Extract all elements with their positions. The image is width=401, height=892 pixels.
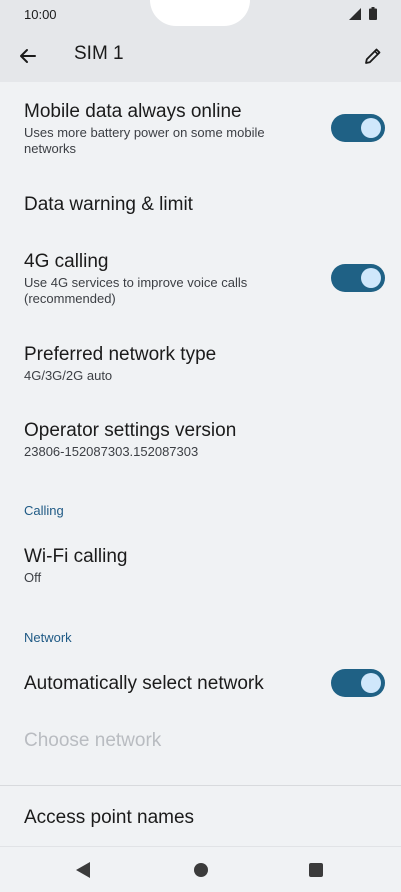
battery-icon — [369, 7, 377, 20]
toggle-thumb — [361, 268, 381, 288]
status-time: 10:00 — [24, 7, 57, 22]
preferred-network-title: Preferred network type — [24, 344, 217, 365]
status-bar: 10:00 — [0, 0, 401, 30]
circle-home-icon[interactable] — [194, 863, 208, 877]
page-title: SIM 1 — [74, 43, 124, 64]
mobile-data-toggle[interactable] — [331, 114, 385, 142]
section-header-network: Network — [24, 630, 72, 645]
4g-calling-title: 4G calling — [24, 251, 109, 272]
divider — [0, 785, 401, 786]
4g-calling-summary: Use 4G services to improve voice calls (… — [24, 275, 248, 306]
pencil-icon — [365, 48, 381, 64]
back-button[interactable] — [14, 42, 42, 70]
edit-button[interactable] — [359, 42, 387, 70]
settings-screen: 10:00 SIM 1 Mobile data always online Us… — [0, 0, 401, 892]
navigation-bar — [0, 846, 401, 892]
mobile-data-summary: Uses more battery power on some mobile n… — [24, 125, 265, 156]
wifi-calling-item[interactable]: Wi-Fi calling Off — [24, 545, 385, 586]
data-warning-title: Data warning & limit — [24, 194, 193, 215]
4g-calling-toggle[interactable] — [331, 264, 385, 292]
auto-select-network-toggle[interactable] — [331, 669, 385, 697]
operator-settings-title: Operator settings version — [24, 420, 237, 441]
arrow-left-icon — [20, 49, 36, 63]
square-recents-icon[interactable] — [309, 863, 323, 877]
wifi-calling-summary: Off — [24, 570, 42, 585]
toggle-thumb — [361, 118, 381, 138]
signal-icon — [349, 8, 361, 20]
app-bar: SIM 1 — [0, 30, 401, 82]
wifi-calling-title: Wi-Fi calling — [24, 546, 128, 567]
operator-settings-version-item[interactable]: Operator settings version 23806-15208730… — [24, 419, 385, 460]
access-point-names-title: Access point names — [24, 807, 195, 828]
choose-network-title: Choose network — [24, 730, 162, 751]
triangle-back-icon[interactable] — [75, 861, 91, 879]
preferred-network-summary: 4G/3G/2G auto — [24, 368, 113, 383]
toggle-thumb — [361, 673, 381, 693]
mobile-data-title: Mobile data always online — [24, 101, 242, 122]
operator-settings-summary: 23806-152087303.152087303 — [24, 444, 199, 459]
choose-network-item: Choose network — [24, 729, 385, 752]
section-header-calling: Calling — [24, 503, 64, 518]
data-warning-limit-item[interactable]: Data warning & limit — [24, 193, 385, 216]
camera-notch — [150, 0, 250, 26]
preferred-network-type-item[interactable]: Preferred network type 4G/3G/2G auto — [24, 343, 385, 384]
access-point-names-item[interactable]: Access point names — [24, 806, 385, 829]
